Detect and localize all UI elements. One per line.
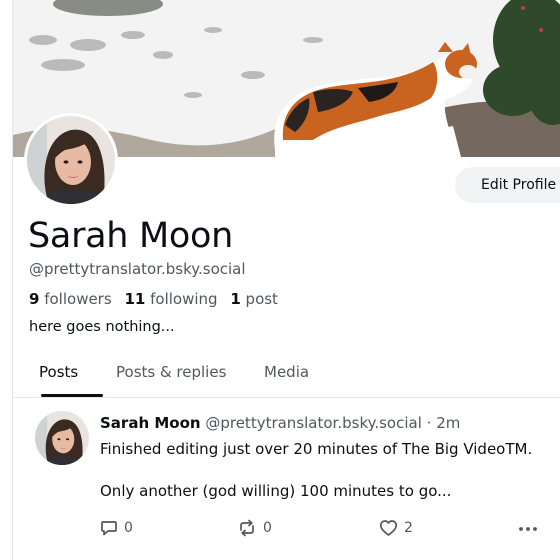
post-text-line-2: Only another (god willing) 100 minutes t… bbox=[100, 482, 452, 500]
repost-icon bbox=[240, 519, 254, 537]
profile-bio: here goes nothing... bbox=[29, 319, 175, 335]
profile-handle: @prettytranslator.bsky.social bbox=[29, 260, 246, 278]
posts-stat: 1 post bbox=[230, 290, 278, 308]
profile-avatar[interactable] bbox=[24, 113, 118, 207]
post-text-line-1: Finished editing just over 20 minutes of… bbox=[100, 440, 533, 458]
edit-profile-button[interactable]: Edit Profile bbox=[455, 167, 560, 203]
profile-display-name: Sarah Moon bbox=[28, 216, 234, 256]
repost-count: 0 bbox=[263, 520, 272, 536]
following-count: 11 bbox=[124, 290, 146, 308]
repost-button[interactable]: 0 bbox=[237, 519, 272, 537]
posts-count: 1 bbox=[230, 290, 241, 308]
tab-posts-and-replies[interactable]: Posts & replies bbox=[116, 363, 226, 381]
followers-count: 9 bbox=[29, 290, 40, 308]
post-header: Sarah Moon @prettytranslator.bsky.social… bbox=[100, 414, 460, 432]
profile-stats: 9 followers 11 following 1 post bbox=[29, 290, 278, 308]
profile-tabs: Posts Posts & replies Media bbox=[13, 353, 560, 397]
posts-label: post bbox=[245, 290, 278, 308]
post-separator: · bbox=[426, 414, 432, 432]
tab-posts[interactable]: Posts bbox=[39, 363, 78, 381]
followers-link[interactable]: 9 followers bbox=[29, 290, 112, 308]
post-author-avatar[interactable] bbox=[35, 411, 89, 465]
post-author-handle[interactable]: @prettytranslator.bsky.social bbox=[205, 414, 422, 432]
tabs-divider bbox=[13, 397, 560, 398]
followers-label: followers bbox=[44, 290, 112, 308]
reply-icon bbox=[101, 521, 117, 536]
post-actions: 0 0 2 bbox=[100, 519, 550, 539]
like-count: 2 bbox=[404, 520, 413, 536]
post-timestamp[interactable]: 2m bbox=[436, 414, 460, 432]
post-more-button[interactable] bbox=[518, 521, 538, 537]
following-link[interactable]: 11 following bbox=[124, 290, 217, 308]
following-label: following bbox=[150, 290, 218, 308]
like-button[interactable]: 2 bbox=[379, 519, 413, 537]
tab-media[interactable]: Media bbox=[264, 363, 309, 381]
post-author-name[interactable]: Sarah Moon bbox=[100, 414, 201, 432]
more-icon bbox=[519, 527, 537, 531]
reply-button[interactable]: 0 bbox=[100, 519, 133, 537]
reply-count: 0 bbox=[124, 520, 133, 536]
heart-icon bbox=[379, 520, 398, 536]
